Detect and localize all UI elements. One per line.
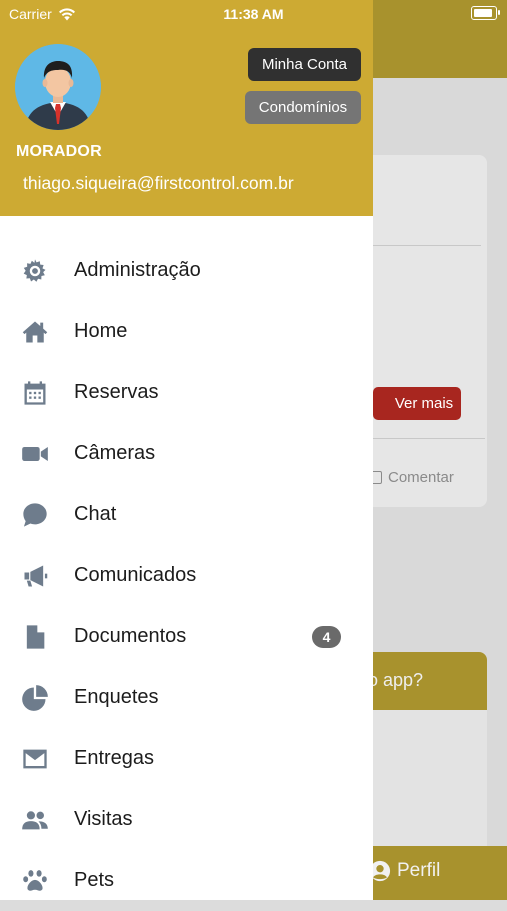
menu-item-reservas[interactable]: Reservas bbox=[0, 362, 373, 423]
drawer-menu: Administração Home Reservas Câmeras Chat… bbox=[0, 240, 373, 911]
card-divider bbox=[373, 438, 485, 439]
video-camera-icon bbox=[20, 439, 50, 469]
menu-item-label: Entregas bbox=[74, 747, 155, 769]
ver-mais-button[interactable]: Ver mais bbox=[373, 387, 461, 420]
menu-item-label: Enquetes bbox=[74, 686, 159, 708]
menu-item-entregas[interactable]: Entregas bbox=[0, 728, 373, 789]
menu-item-enquetes[interactable]: Enquetes bbox=[0, 667, 373, 728]
chat-bubble-icon bbox=[20, 500, 50, 530]
status-bar: Carrier 11:38 AM bbox=[0, 0, 507, 28]
documents-count-badge: 4 bbox=[312, 625, 341, 648]
menu-item-label: Administração bbox=[74, 259, 201, 281]
envelope-icon bbox=[20, 744, 50, 774]
comment-button[interactable]: Comentar bbox=[370, 469, 454, 486]
document-icon bbox=[20, 622, 50, 652]
user-role: MORADOR bbox=[16, 143, 102, 160]
navigation-drawer: MORADOR thiago.siqueira@firstcontrol.com… bbox=[0, 0, 373, 900]
pie-chart-icon bbox=[20, 683, 50, 713]
menu-item-label: Home bbox=[74, 320, 128, 342]
paw-icon bbox=[20, 866, 50, 896]
drawer-header: MORADOR thiago.siqueira@firstcontrol.com… bbox=[0, 0, 373, 216]
menu-item-cameras[interactable]: Câmeras bbox=[0, 423, 373, 484]
minha-conta-button[interactable]: Minha Conta bbox=[248, 48, 361, 81]
menu-item-label: Comunicados bbox=[74, 564, 197, 586]
menu-item-label: Chat bbox=[74, 503, 117, 525]
menu-item-label: Reservas bbox=[74, 381, 159, 403]
user-avatar-icon bbox=[15, 44, 101, 130]
tab-perfil-label: Perfil bbox=[397, 860, 441, 881]
status-time: 11:38 AM bbox=[223, 6, 284, 22]
calendar-icon bbox=[20, 378, 50, 408]
menu-item-administracao[interactable]: Administração bbox=[0, 240, 373, 301]
menu-item-label: Câmeras bbox=[74, 442, 156, 464]
card-divider bbox=[373, 245, 481, 246]
menu-item-visitas[interactable]: Visitas bbox=[0, 789, 373, 850]
comment-label: Comentar bbox=[388, 469, 454, 486]
avatar[interactable] bbox=[15, 44, 101, 130]
ver-mais-label: Ver mais bbox=[394, 395, 454, 412]
megaphone-icon bbox=[20, 561, 50, 591]
menu-item-label: Visitas bbox=[74, 808, 133, 830]
tab-perfil[interactable]: Perfil bbox=[369, 860, 440, 882]
menu-item-label: Documentos bbox=[74, 625, 187, 647]
menu-item-comunicados[interactable]: Comunicados bbox=[0, 545, 373, 606]
menu-item-label: Pets bbox=[74, 869, 115, 891]
battery-icon bbox=[471, 6, 500, 20]
menu-item-pets[interactable]: Pets bbox=[0, 850, 373, 911]
background-card-title: o app? bbox=[368, 670, 424, 690]
condominios-button[interactable]: Condomínios bbox=[245, 91, 361, 124]
users-icon bbox=[20, 805, 50, 835]
user-email: thiago.siqueira@firstcontrol.com.br bbox=[23, 173, 294, 193]
home-icon bbox=[20, 317, 50, 347]
gear-icon bbox=[20, 256, 50, 286]
menu-item-home[interactable]: Home bbox=[0, 301, 373, 362]
menu-item-documentos[interactable]: Documentos 4 bbox=[0, 606, 373, 667]
menu-item-chat[interactable]: Chat bbox=[0, 484, 373, 545]
